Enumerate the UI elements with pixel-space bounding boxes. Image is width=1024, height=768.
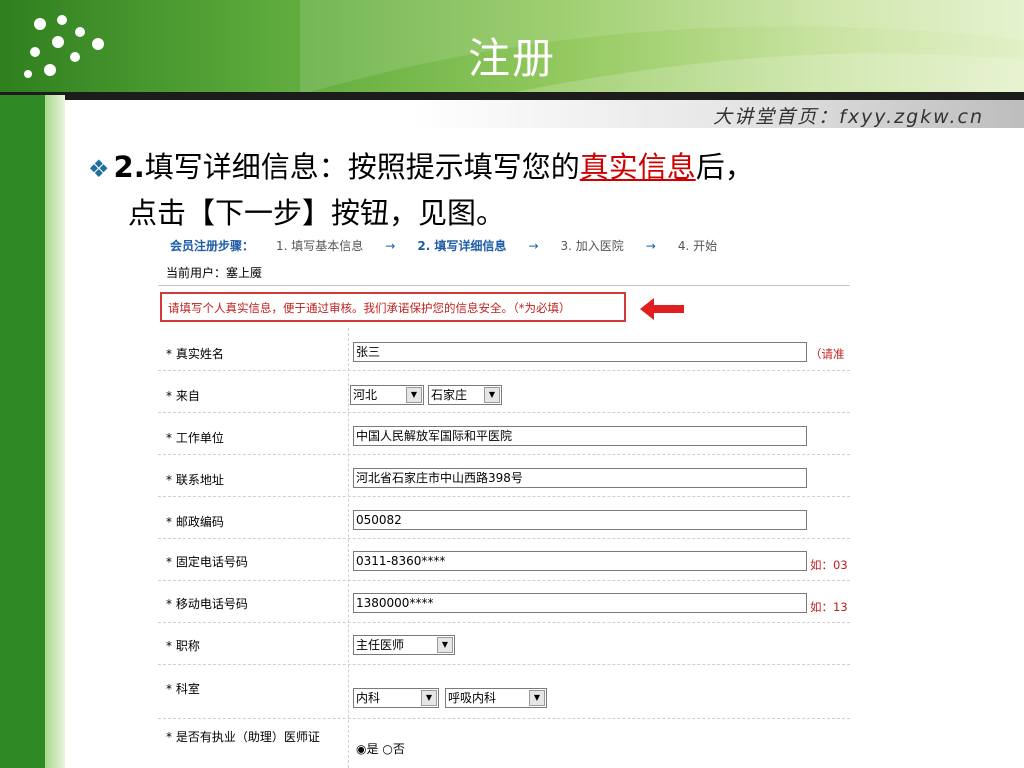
notice-box: 请填写个人真实信息，便于通过审核。我们承诺保护您的信息安全。（*为必填） <box>160 292 626 322</box>
bullet-text-b: 后， <box>695 150 754 184</box>
mobile-label: * 移动电话号码 <box>166 597 248 611</box>
step-arrow-3: → <box>645 239 656 253</box>
subdepartment-value: 呼吸内科 <box>448 691 497 705</box>
steps-label: 会员注册步骤： <box>170 239 255 253</box>
row-phone: * 固定电话号码 0311-8360**** 如：03 <box>158 538 850 581</box>
form-top-divider <box>158 285 850 286</box>
radio-yes[interactable]: ◉ <box>356 742 366 756</box>
chevron-down-icon[interactable]: ▼ <box>529 690 545 706</box>
step-1: 1. 填写基本信息 <box>276 239 364 253</box>
city-value: 石家庄 <box>431 388 468 402</box>
work-unit-label: * 工作单位 <box>166 431 224 445</box>
title-label: * 职称 <box>166 639 200 653</box>
current-user: 当前用户：塞上魇 <box>166 266 263 280</box>
row-license: * 是否有执业（助理）医师证 ◉是 ○否 <box>158 718 850 768</box>
license-label: * 是否有执业（助理）医师证 <box>166 730 320 744</box>
subdepartment-select[interactable]: 呼吸内科 ▼ <box>445 688 547 708</box>
row-address: * 联系地址 河北省石家庄市中山西路398号 <box>158 454 850 497</box>
chevron-down-icon[interactable]: ▼ <box>484 387 500 403</box>
phone-hint: 如：03 <box>810 558 848 572</box>
address-input[interactable]: 河北省石家庄市中山西路398号 <box>353 468 807 488</box>
chevron-down-icon[interactable]: ▼ <box>437 637 453 653</box>
bullet-highlight: 真实信息 <box>579 150 696 184</box>
step-indicator: 会员注册步骤： 1. 填写基本信息 → 2. 填写详细信息 → 3. 加入医院 → 4. 开始 <box>170 237 739 254</box>
city-select[interactable]: 石家庄 ▼ <box>428 385 502 405</box>
bullet-number: 2. <box>113 150 145 184</box>
diamond-bullet-icon: ❖ <box>88 155 110 183</box>
red-arrow-icon <box>640 298 684 320</box>
title-select[interactable]: 主任医师 ▼ <box>353 635 455 655</box>
work-unit-input[interactable]: 中国人民解放军国际和平医院 <box>353 426 807 446</box>
address-label: * 联系地址 <box>166 473 224 487</box>
real-name-input[interactable]: 张三 <box>353 342 807 362</box>
mobile-hint: 如：13 <box>810 600 848 614</box>
row-real-name: * 真实姓名 张三 （请准 <box>158 328 850 371</box>
site-url: 大讲堂首页：fxyy.zgkw.cn <box>713 106 984 128</box>
bullet-line2: 点击【下一步】按钮，见图。 <box>128 196 506 230</box>
postcode-label: * 邮政编码 <box>166 515 224 529</box>
chevron-down-icon[interactable]: ▼ <box>406 387 422 403</box>
slide-title: 注册 <box>467 34 556 83</box>
chevron-down-icon[interactable]: ▼ <box>421 690 437 706</box>
province-value: 河北 <box>353 388 378 402</box>
row-mobile: * 移动电话号码 1380000**** 如：13 <box>158 580 850 623</box>
real-name-hint: （请准 <box>810 347 845 361</box>
row-postcode: * 邮政编码 050082 <box>158 496 850 539</box>
province-select[interactable]: 河北 ▼ <box>350 385 424 405</box>
from-label: * 来自 <box>166 389 200 403</box>
radio-no[interactable]: ○ <box>382 742 392 756</box>
postcode-input[interactable]: 050082 <box>353 510 807 530</box>
step-4: 4. 开始 <box>677 239 718 253</box>
header-divider <box>0 92 1024 100</box>
step-arrow-1: → <box>385 239 396 253</box>
step-3: 3. 加入医院 <box>560 239 624 253</box>
bullet-paragraph: ❖ 2.填写详细信息：按照提示填写您的真实信息后， 点击【下一步】按钮，见图。 <box>88 145 1008 235</box>
left-shade <box>45 95 65 768</box>
row-title: * 职称 主任医师 ▼ <box>158 622 850 665</box>
step-2-current: 2. 填写详细信息 <box>417 239 507 253</box>
slide: 注册 大讲堂首页：fxyy.zgkw.cn ❖ 2.填写详细信息：按照提示填写您的… <box>0 0 1024 768</box>
row-from: * 来自 河北 ▼ 石家庄 ▼ <box>158 370 850 413</box>
department-label: * 科室 <box>166 682 200 696</box>
phone-label: * 固定电话号码 <box>166 555 248 569</box>
phone-input[interactable]: 0311-8360**** <box>353 551 807 571</box>
real-name-label: * 真实姓名 <box>166 347 224 361</box>
title-value: 主任医师 <box>356 638 405 652</box>
license-radio-group: ◉是 ○否 <box>356 740 405 757</box>
row-department: * 科室 内科 ▼ 呼吸内科 ▼ <box>158 664 850 719</box>
department-value: 内科 <box>356 691 381 705</box>
step-arrow-2: → <box>528 239 539 253</box>
radio-no-label: 否 <box>392 742 405 756</box>
bullet-text-a: 填写详细信息：按照提示填写您的 <box>144 150 580 184</box>
department-select[interactable]: 内科 ▼ <box>353 688 439 708</box>
left-green-bar <box>0 95 45 768</box>
registration-form-screenshot: 会员注册步骤： 1. 填写基本信息 → 2. 填写详细信息 → 3. 加入医院 → 4. 开始… <box>158 230 850 768</box>
radio-yes-label: 是 <box>366 742 379 756</box>
row-work-unit: * 工作单位 中国人民解放军国际和平医院 <box>158 412 850 455</box>
mobile-input[interactable]: 1380000**** <box>353 593 807 613</box>
